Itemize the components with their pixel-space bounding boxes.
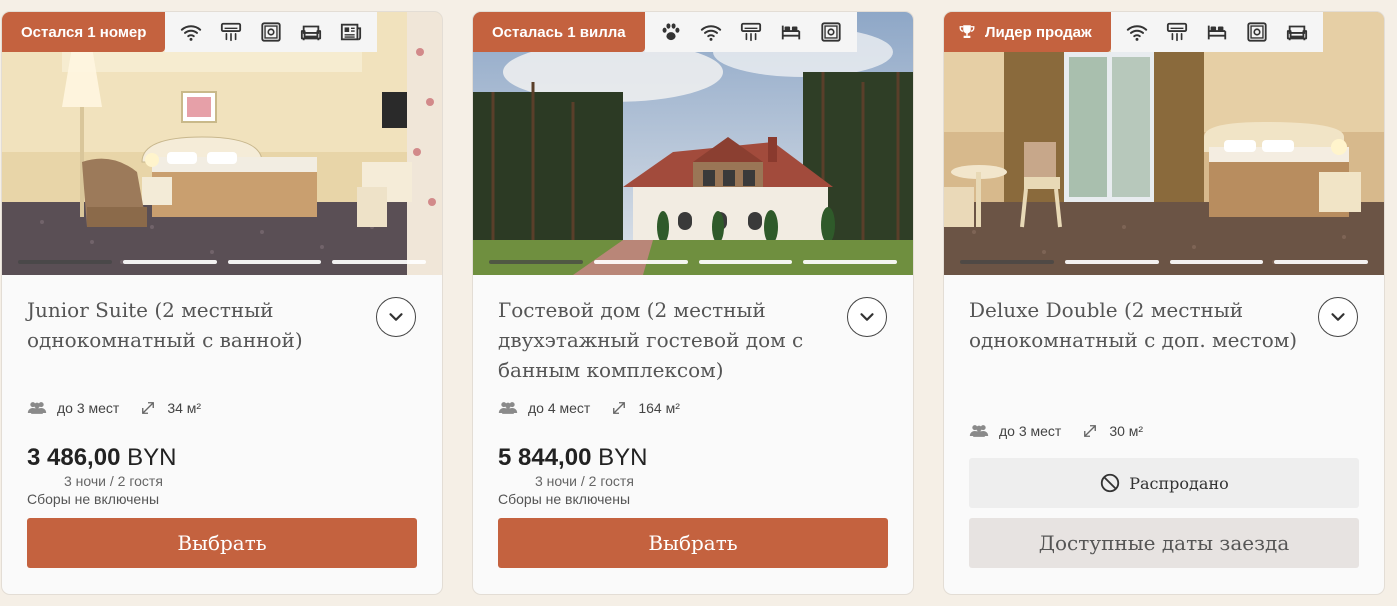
air-conditioner-icon	[211, 12, 251, 52]
bestseller-badge: Лидер продаж	[944, 12, 1111, 52]
room-title[interactable]: Гостевой дом (2 местный двухэтажный гост…	[498, 295, 828, 385]
price: 3 486,00 BYN	[27, 444, 176, 472]
availability-badge: Остался 1 номер	[2, 12, 166, 52]
safe-icon	[811, 12, 851, 52]
stay-summary: 3 ночи / 2 гостя	[535, 473, 634, 489]
room-card-deluxe-double: Лидер продаж Deluxe Double (2 местный од…	[943, 11, 1385, 595]
guests-icon	[969, 421, 989, 441]
slide-indicator	[18, 260, 426, 264]
room-meta: до 3 мест 30 м²	[969, 421, 1143, 441]
slide-dot[interactable]	[593, 260, 688, 264]
guests-capacity: до 3 мест	[999, 423, 1062, 439]
room-area: 34 м²	[167, 400, 202, 416]
price-block: 3 486,00 BYN 3 ночи / 2 гостя Сборы не в…	[27, 444, 176, 508]
chevron-down-icon	[856, 306, 878, 328]
slide-indicator	[960, 260, 1368, 264]
expand-details-button[interactable]	[376, 297, 416, 337]
area-icon	[139, 399, 157, 417]
newspaper-icon	[331, 12, 371, 52]
currency: BYN	[598, 444, 648, 471]
availability-badge: Осталась 1 вилла	[473, 12, 645, 52]
guests-capacity: до 4 мест	[528, 400, 591, 416]
currency: BYN	[127, 444, 177, 471]
amenity-list	[644, 12, 857, 52]
amenity-list	[165, 12, 378, 52]
ban-icon	[1099, 472, 1121, 494]
slide-dot[interactable]	[489, 260, 583, 264]
price-value: 3 486,00	[27, 444, 121, 471]
guests-icon	[498, 398, 518, 418]
room-area: 30 м²	[1109, 423, 1144, 439]
badge-label: Лидер продаж	[985, 23, 1092, 41]
safe-icon	[1237, 12, 1277, 52]
wifi-icon	[691, 12, 731, 52]
safe-icon	[251, 12, 291, 52]
slide-dot[interactable]	[960, 260, 1054, 264]
slide-dot[interactable]	[1274, 260, 1368, 264]
wifi-icon	[1117, 12, 1157, 52]
air-conditioner-icon	[1157, 12, 1197, 52]
price: 5 844,00 BYN	[498, 444, 647, 472]
sold-out-notice: Распродано	[969, 458, 1359, 508]
area-icon	[1081, 422, 1099, 440]
room-meta: до 4 мест 164 м²	[498, 398, 680, 418]
sofa-icon	[1277, 12, 1317, 52]
slide-dot[interactable]	[1064, 260, 1159, 264]
slide-indicator	[489, 260, 897, 264]
photo-topbar: Лидер продаж	[944, 12, 1323, 52]
guests-capacity: до 3 мест	[57, 400, 120, 416]
slide-dot[interactable]	[1169, 260, 1264, 264]
slide-dot[interactable]	[332, 260, 426, 264]
room-card-junior-suite: Остался 1 номер Junior Suite (2 местный …	[1, 11, 443, 595]
sofa-icon	[291, 12, 331, 52]
amenity-list	[1110, 12, 1323, 52]
expand-details-button[interactable]	[1318, 297, 1358, 337]
bed-icon	[771, 12, 811, 52]
bed-icon	[1197, 12, 1237, 52]
photo-topbar: Остался 1 номер	[2, 12, 378, 52]
badge-label: Осталась 1 вилла	[492, 23, 626, 41]
select-button[interactable]: Выбрать	[27, 518, 417, 568]
fees-note: Сборы не включены	[27, 491, 160, 507]
area-icon	[610, 399, 628, 417]
wifi-icon	[171, 12, 211, 52]
stay-summary: 3 ночи / 2 гостя	[64, 473, 163, 489]
slide-dot[interactable]	[803, 260, 897, 264]
chevron-down-icon	[385, 306, 407, 328]
room-meta: до 3 мест 34 м²	[27, 398, 201, 418]
badge-label: Остался 1 номер	[21, 23, 147, 41]
room-card-guest-house: Осталась 1 вилла Гостевой дом (2 местный…	[472, 11, 914, 595]
sold-out-label: Распродано	[1129, 473, 1229, 493]
room-title[interactable]: Junior Suite (2 местный однокомнатный с …	[27, 295, 357, 355]
paw-icon	[651, 12, 691, 52]
price-block: 5 844,00 BYN 3 ночи / 2 гостя Сборы не в…	[498, 444, 647, 508]
slide-dot[interactable]	[698, 260, 793, 264]
trophy-icon	[958, 23, 976, 41]
available-dates-button[interactable]: Доступные даты заезда	[969, 518, 1359, 568]
chevron-down-icon	[1327, 306, 1349, 328]
expand-details-button[interactable]	[847, 297, 887, 337]
slide-dot[interactable]	[227, 260, 322, 264]
room-title[interactable]: Deluxe Double (2 местный однокомнатный с…	[969, 295, 1299, 355]
air-conditioner-icon	[731, 12, 771, 52]
fees-note: Сборы не включены	[498, 491, 631, 507]
guests-icon	[27, 398, 47, 418]
price-value: 5 844,00	[498, 444, 592, 471]
slide-dot[interactable]	[18, 260, 112, 264]
photo-topbar: Осталась 1 вилла	[473, 12, 857, 52]
slide-dot[interactable]	[122, 260, 217, 264]
room-area: 164 м²	[638, 400, 680, 416]
select-button[interactable]: Выбрать	[498, 518, 888, 568]
